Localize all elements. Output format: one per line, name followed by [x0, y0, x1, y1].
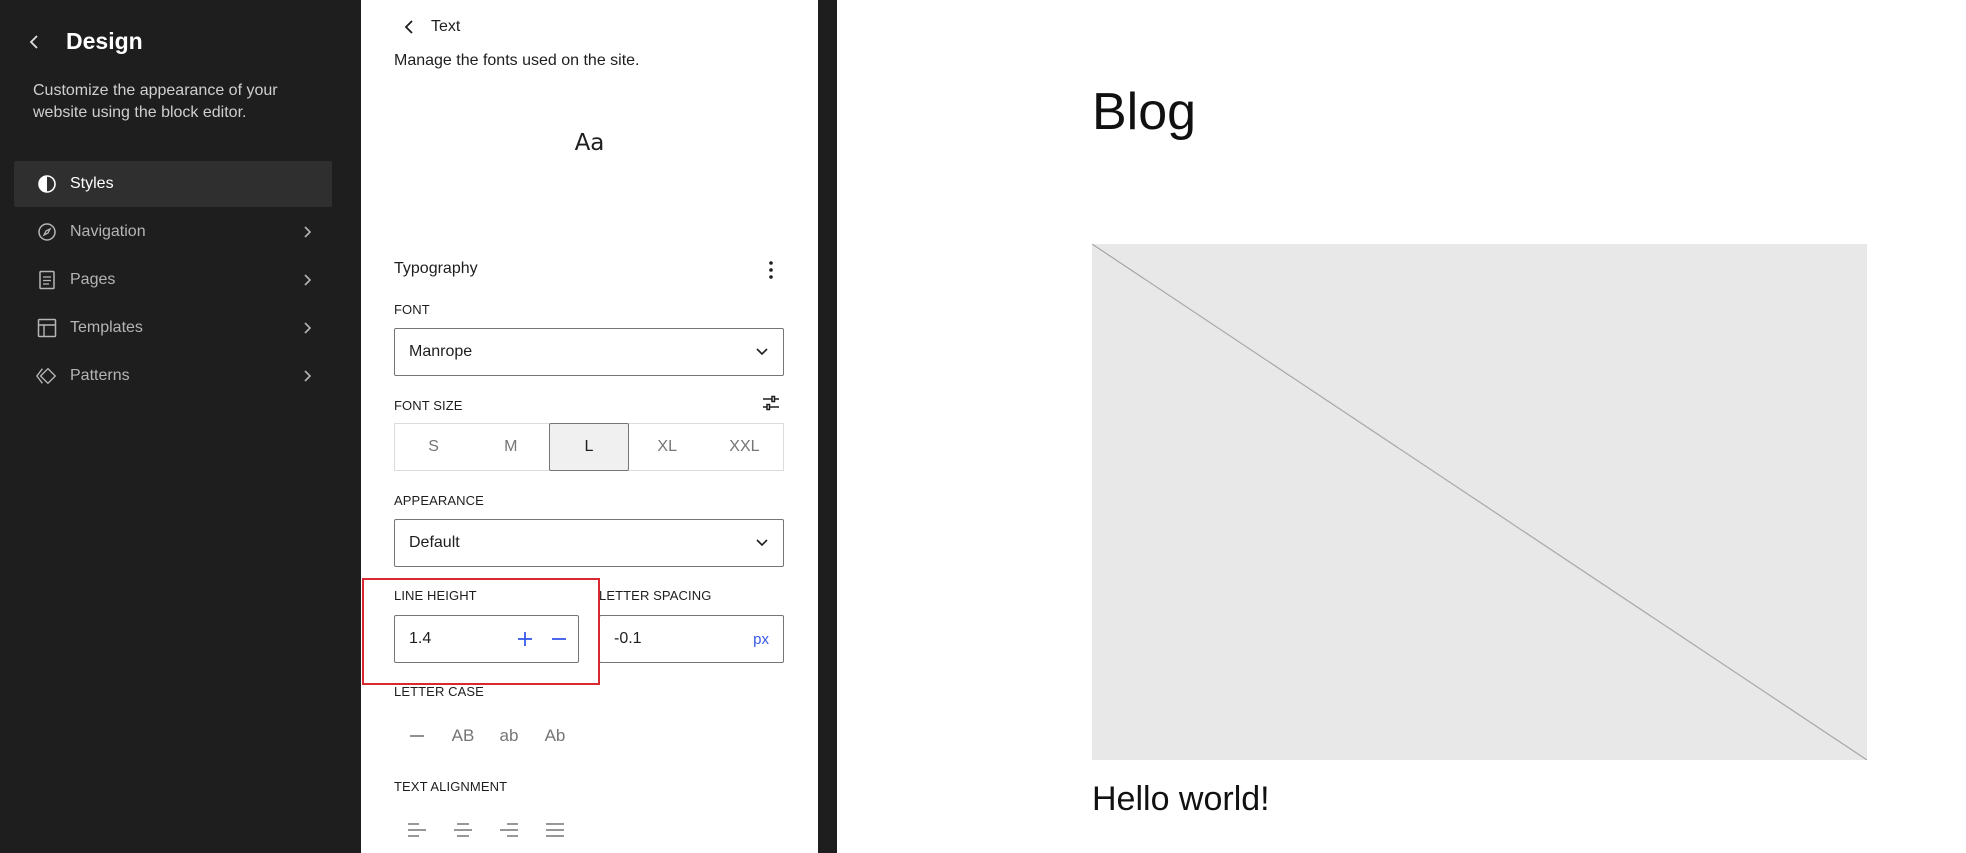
line-height-label: LINE HEIGHT — [394, 588, 477, 603]
sidebar-description: Customize the appearance of your website… — [33, 82, 278, 121]
appearance-select-value: Default — [409, 534, 460, 551]
diamond-icon — [36, 365, 58, 387]
page-icon — [36, 269, 58, 291]
font-size-label: FONT SIZE — [394, 398, 463, 413]
font-size-option-s[interactable]: S — [395, 424, 472, 470]
text-alignment-options — [394, 812, 578, 848]
letter-case-capitalize-button[interactable]: Ab — [532, 718, 578, 754]
letter-case-uppercase-button[interactable]: AB — [440, 718, 486, 754]
sidebar-header: Design — [24, 28, 143, 55]
letter-spacing-label: LETTER SPACING — [599, 588, 712, 603]
letter-spacing-value: -0.1 — [614, 630, 642, 647]
post-title[interactable]: Hello world! — [1092, 780, 1270, 819]
panel-description: Manage the fonts used on the site. — [394, 52, 640, 69]
letter-case-options: AB ab Ab — [394, 718, 578, 754]
align-justify-button[interactable] — [532, 812, 578, 848]
appearance-label: APPEARANCE — [394, 493, 484, 508]
typography-options-button[interactable] — [759, 258, 783, 282]
half-circle-icon — [36, 173, 58, 195]
site-preview-canvas[interactable]: Blog Hello world! — [837, 0, 1966, 853]
sidebar-item-templates[interactable]: Templates — [14, 305, 332, 351]
sidebar-item-label: Navigation — [70, 223, 146, 240]
line-height-input[interactable]: 1.4 — [394, 615, 579, 663]
chevron-left-icon — [29, 34, 38, 49]
font-label: FONT — [394, 302, 430, 317]
minus-icon — [552, 638, 566, 640]
design-sidebar: Design Customize the appearance of your … — [0, 0, 361, 853]
panel-title: Text — [431, 18, 461, 35]
chevron-left-icon — [404, 20, 413, 34]
sidebar-item-pages[interactable]: Pages — [14, 257, 332, 303]
chevron-right-icon — [300, 225, 314, 239]
align-left-button[interactable] — [394, 812, 440, 848]
sidebar-item-label: Templates — [70, 319, 143, 336]
line-height-value: 1.4 — [409, 630, 432, 647]
plus-icon — [518, 632, 532, 646]
back-button[interactable] — [24, 32, 44, 52]
compass-icon — [36, 221, 58, 243]
panel-header: Text — [399, 15, 460, 39]
blog-title: Blog — [1092, 83, 1197, 141]
settings-sliders-icon — [763, 395, 779, 411]
typography-preview: Aa — [574, 130, 605, 156]
letter-case-lowercase-button[interactable]: ab — [486, 718, 532, 754]
sidebar-item-label: Styles — [70, 175, 114, 192]
chevron-right-icon — [300, 273, 314, 287]
font-select[interactable]: Manrope — [394, 328, 784, 376]
global-styles-text-panel: Text Manage the fonts used on the site. … — [361, 0, 818, 853]
font-size-option-l[interactable]: L — [549, 423, 629, 471]
custom-font-size-toggle[interactable] — [759, 391, 783, 415]
appearance-select[interactable]: Default — [394, 519, 784, 567]
align-center-icon — [454, 823, 472, 837]
chevron-down-icon — [755, 536, 769, 550]
letter-case-label: LETTER CASE — [394, 684, 484, 699]
font-size-option-m[interactable]: M — [472, 424, 549, 470]
minus-icon — [410, 735, 424, 737]
font-size-option-xxl[interactable]: XXL — [706, 424, 783, 470]
text-alignment-label: TEXT ALIGNMENT — [394, 779, 508, 794]
layout-icon — [36, 317, 58, 339]
letter-case-none-button[interactable] — [394, 718, 440, 754]
chevron-right-icon — [300, 369, 314, 383]
align-center-button[interactable] — [440, 812, 486, 848]
chevron-down-icon — [755, 345, 769, 359]
font-size-option-xl[interactable]: XL — [629, 424, 706, 470]
letter-spacing-unit-select[interactable]: px — [753, 631, 769, 648]
panel-back-button[interactable] — [399, 15, 419, 39]
featured-image-placeholder[interactable] — [1092, 244, 1867, 760]
typography-heading: Typography — [394, 260, 478, 277]
letter-spacing-input[interactable]: -0.1 px — [599, 615, 784, 663]
frame-divider — [818, 0, 837, 853]
sidebar-item-patterns[interactable]: Patterns — [14, 353, 332, 399]
sidebar-title: Design — [66, 28, 143, 54]
align-justify-icon — [546, 823, 564, 837]
font-select-value: Manrope — [409, 343, 473, 360]
more-vertical-icon — [769, 261, 773, 279]
align-left-icon — [408, 823, 426, 837]
decrement-button[interactable] — [542, 622, 576, 656]
align-right-button[interactable] — [486, 812, 532, 848]
sidebar-item-label: Pages — [70, 271, 116, 288]
increment-button[interactable] — [508, 622, 542, 656]
font-size-picker: S M L XL XXL — [394, 423, 784, 471]
sidebar-item-styles[interactable]: Styles — [14, 161, 332, 207]
chevron-right-icon — [300, 321, 314, 335]
align-right-icon — [500, 823, 518, 837]
sidebar-item-navigation[interactable]: Navigation — [14, 209, 332, 255]
sidebar-item-label: Patterns — [70, 367, 130, 384]
sidebar-nav: Styles Navigation Pages Templates Patter… — [14, 161, 332, 401]
